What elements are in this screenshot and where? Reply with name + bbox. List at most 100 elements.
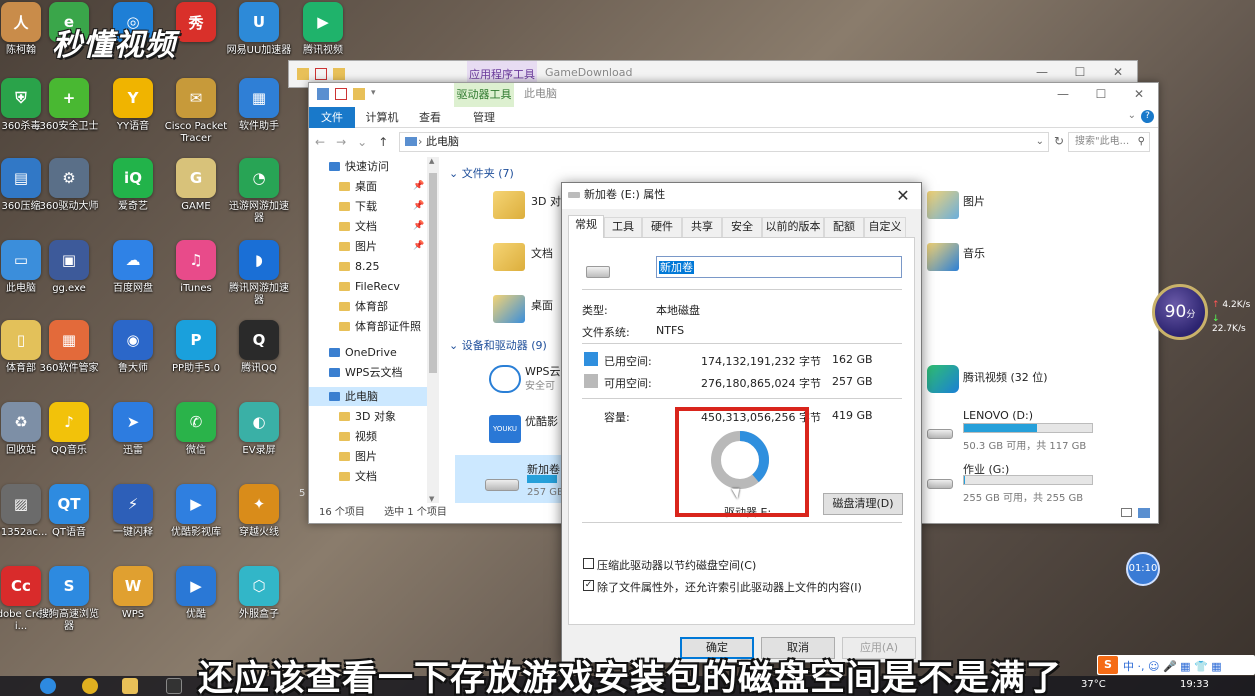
- desktop-shortcut[interactable]: P PP助手5.0: [163, 320, 229, 375]
- properties-icon[interactable]: [335, 88, 347, 100]
- desktop-shortcut[interactable]: ▶ 优酷影视库: [163, 484, 229, 539]
- new-folder-icon[interactable]: [333, 68, 345, 80]
- nav-item[interactable]: 图片 📌: [309, 237, 424, 256]
- dialog-tab[interactable]: 自定义: [864, 217, 906, 237]
- dialog-tab[interactable]: 工具: [604, 217, 642, 237]
- desktop-shortcut[interactable]: S 搜狗高速浏览器: [36, 566, 102, 633]
- desktop-shortcut[interactable]: ☁ 百度网盘: [100, 240, 166, 295]
- nav-item[interactable]: 文档 📌: [309, 217, 424, 236]
- address-input[interactable]: › 此电脑 ⌄: [399, 132, 1049, 152]
- drive-tools-tab[interactable]: 驱动器工具: [454, 83, 514, 107]
- desktop-shortcut[interactable]: U 网易UU加速器: [226, 2, 292, 57]
- tab-computer[interactable]: 计算机: [359, 107, 405, 128]
- help-icon[interactable]: ?: [1141, 110, 1154, 123]
- desktop-shortcut[interactable]: ✦ 穿越火线: [226, 484, 292, 539]
- nav-item[interactable]: 8.25: [309, 257, 380, 276]
- desktop-shortcut[interactable]: iQ 爱奇艺: [100, 158, 166, 213]
- nav-item[interactable]: 3D 对象: [309, 407, 396, 426]
- navigation-scrollbar[interactable]: ▲ ▼: [427, 157, 439, 503]
- desktop-shortcut[interactable]: Q 腾讯QQ: [226, 320, 292, 375]
- pin-icon[interactable]: 📌: [413, 177, 424, 196]
- navigation-pane[interactable]: 快速访问 桌面 📌 下载 📌 文档 📌 图片 📌 8.25 FileRecv 体育部 体育部证件照 One…: [309, 157, 441, 503]
- desktop-shortcut[interactable]: ▦ 360软件管家: [36, 320, 102, 375]
- dialog-tab[interactable]: 共享: [682, 217, 722, 237]
- nav-item[interactable]: 体育部证件照: [309, 317, 421, 336]
- desktop-shortcut[interactable]: ⚡ 一键闪释: [100, 484, 166, 539]
- nav-item[interactable]: 桌面 📌: [309, 177, 424, 196]
- large-icons-view-icon[interactable]: [1138, 508, 1150, 518]
- new-folder-icon[interactable]: [353, 88, 365, 100]
- refresh-icon[interactable]: ↻: [1054, 134, 1064, 148]
- desktop-shortcut[interactable]: ♪ QQ音乐: [36, 402, 102, 457]
- ribbon-expand-icon[interactable]: ⌄: [1128, 110, 1136, 121]
- desktop-shortcut[interactable]: Y YY语音: [100, 78, 166, 133]
- dialog-tab[interactable]: 硬件: [642, 217, 682, 237]
- nav-item[interactable]: 文档: [309, 467, 377, 486]
- properties-icon[interactable]: [315, 68, 327, 80]
- desktop-shortcut[interactable]: ▶ 腾讯视频: [290, 2, 356, 57]
- compress-checkbox[interactable]: [583, 558, 594, 569]
- forward-arrow-icon[interactable]: →: [336, 135, 346, 149]
- index-checkbox[interactable]: ✓: [583, 580, 594, 591]
- nav-item[interactable]: 视频: [309, 427, 377, 446]
- desktop-shortcut[interactable]: ♫ iTunes: [163, 240, 229, 295]
- address-dropdown-icon[interactable]: ⌄: [1036, 133, 1044, 151]
- desktop-shortcut[interactable]: ◔ 迅游网游加速器: [226, 158, 292, 225]
- volume-name-input[interactable]: 新加卷: [656, 256, 902, 278]
- dialog-tab[interactable]: 常规: [568, 215, 604, 238]
- app-icon[interactable]: [166, 678, 182, 694]
- desktop-shortcut[interactable]: +360安全卫士: [36, 78, 102, 133]
- pin-icon[interactable]: 📌: [413, 237, 424, 256]
- pin-icon[interactable]: 📌: [413, 217, 424, 236]
- score-badge[interactable]: 90分: [1152, 284, 1208, 340]
- folders-section-header[interactable]: ⌄ 文件夹 (7): [449, 165, 514, 181]
- chevron-down-icon[interactable]: ▾: [371, 88, 383, 100]
- timer-bubble[interactable]: 01:10: [1126, 552, 1160, 586]
- desktop-shortcut[interactable]: G GAME: [163, 158, 229, 213]
- dialog-tab[interactable]: 安全: [722, 217, 762, 237]
- tab-manage[interactable]: 管理: [461, 107, 507, 128]
- desktop-shortcut[interactable]: ▦ 软件助手: [226, 78, 292, 133]
- desktop-shortcut[interactable]: QT QT语音: [36, 484, 102, 539]
- recent-dropdown-icon[interactable]: ⌄: [357, 135, 367, 149]
- desktop-shortcut[interactable]: ✆ 微信: [163, 402, 229, 457]
- scrollbar-thumb[interactable]: [429, 173, 437, 373]
- ime-toolbar[interactable]: S 中 ·, ☺ 🎤 ▦ 👕 ▦: [1097, 655, 1255, 675]
- desktop-shortcut[interactable]: W WPS: [100, 566, 166, 621]
- nav-item[interactable]: 体育部: [309, 297, 388, 316]
- sogou-browser-icon[interactable]: [40, 678, 56, 694]
- scroll-up-icon[interactable]: ▲: [429, 157, 434, 165]
- desktop-shortcut[interactable]: ▶ 优酷: [163, 566, 229, 621]
- pin-icon[interactable]: 📌: [413, 197, 424, 216]
- desktop-shortcut[interactable]: ▣ gg.exe: [36, 240, 102, 295]
- up-arrow-icon[interactable]: ↑: [378, 135, 388, 149]
- dialog-tab[interactable]: 配额: [824, 217, 864, 237]
- desktop-shortcut[interactable]: ✉ Cisco Packet Tracer: [163, 78, 229, 145]
- devices-section-header[interactable]: ⌄ 设备和驱动器 (9): [449, 337, 547, 353]
- tab-view[interactable]: 查看: [409, 107, 451, 128]
- desktop-shortcut[interactable]: ➤ 迅雷: [100, 402, 166, 457]
- desktop-shortcut[interactable]: ◉ 鲁大师: [100, 320, 166, 375]
- clock[interactable]: 19:33: [1180, 679, 1209, 690]
- dialog-tab[interactable]: 以前的版本: [762, 217, 824, 237]
- nav-item[interactable]: 快速访问: [309, 157, 389, 176]
- desktop-shortcut[interactable]: ⚙ 360驱动大师: [36, 158, 102, 213]
- desktop-shortcut[interactable]: ◐ EV录屏: [226, 402, 292, 457]
- close-button[interactable]: ✕: [893, 184, 913, 208]
- back-arrow-icon[interactable]: ←: [315, 135, 325, 149]
- nav-item[interactable]: OneDrive: [309, 343, 397, 362]
- minimize-button[interactable]: —: [1044, 83, 1082, 107]
- file-explorer-icon[interactable]: [122, 678, 138, 694]
- desktop-shortcut[interactable]: ◗ 腾讯网游加速器: [226, 240, 292, 307]
- device-tile-new-volume-e[interactable]: 新加卷 257 GB: [455, 455, 565, 503]
- nav-item[interactable]: 下载 📌: [309, 197, 424, 216]
- search-input[interactable]: 搜索"此电... ⚲: [1068, 132, 1150, 152]
- nav-item[interactable]: FileRecv: [309, 277, 400, 296]
- disk-cleanup-button[interactable]: 磁盘清理(D): [823, 493, 903, 515]
- tab-file[interactable]: 文件: [309, 107, 355, 128]
- desktop-shortcut[interactable]: ⬡ 外服盒子: [226, 566, 292, 621]
- nav-item[interactable]: 图片: [309, 447, 377, 466]
- maximize-button[interactable]: ☐: [1082, 83, 1120, 107]
- browser-icon[interactable]: [82, 678, 98, 694]
- scroll-down-icon[interactable]: ▼: [429, 495, 434, 503]
